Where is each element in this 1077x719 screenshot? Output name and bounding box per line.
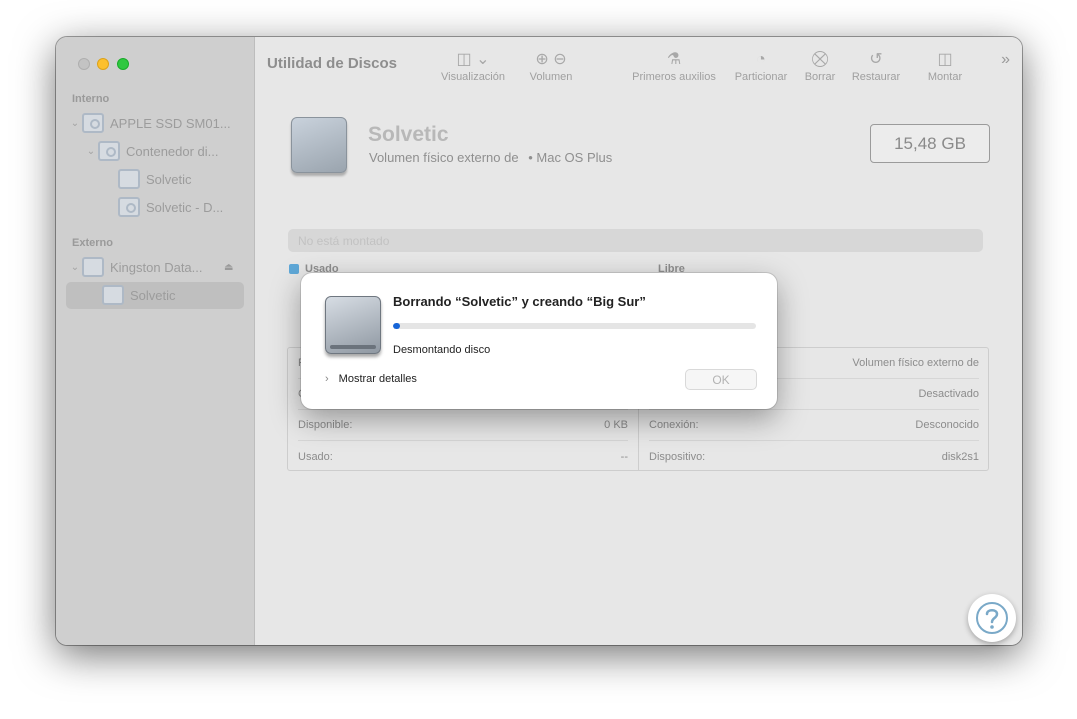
sidebar-item-solvetic-internal[interactable]: Solvetic [118,166,192,192]
sidebar-item-kingston[interactable]: ⌄ Kingston Data... [68,254,203,280]
chevron-down-icon[interactable]: ⌄ [68,118,82,129]
volume-type: Volumen físico externo de [369,150,519,165]
dialog-status: Desmontando disco [393,344,491,356]
dialog-title: Borrando “Solvetic” y creando “Big Sur” [393,294,646,309]
watermark-logo [968,594,1016,642]
chevron-right-icon[interactable]: › [325,373,329,385]
sidebar-item-label: APPLE SSD SM01... [110,115,231,131]
external-disk-icon [82,257,104,277]
restore-button[interactable]: ↺ Restaurar [848,49,904,83]
volume-subtitle: Volumen físico externo de • Mac OS Plus [369,150,612,165]
container-disk-icon [98,141,120,161]
volume-format: • Mac OS Plus [528,150,613,165]
external-drive-icon [291,117,347,173]
volume-icon [102,285,124,305]
info-label: Usado: [298,450,333,463]
usage-bar: No está montado [288,229,983,252]
sidebar-item-solvetic-data[interactable]: Solvetic - D... [118,194,223,220]
sidebar-item-label: Kingston Data... [110,259,203,275]
erase-car-icon: ⛒ [811,51,829,68]
sidebar-item-label: Solvetic [146,171,192,187]
sidebar: Interno ⌄ APPLE SSD SM01... ⌄ Contenedor… [56,37,255,645]
info-row: Usado: -- [298,441,628,472]
mount-button-label: Montar [927,71,963,83]
restore-arrow-icon: ↺ [869,51,883,68]
sidebar-section-external: Externo [72,237,113,249]
info-row: Dispositivo: disk2s1 [649,441,979,472]
pie-chart-icon: ◔ [756,51,766,68]
sidebar-item-apple-ssd[interactable]: ⌄ APPLE SSD SM01... [68,110,231,136]
restore-button-label: Restaurar [851,71,901,83]
info-value: 0 KB [604,419,628,431]
volume-button-label: Volumen [529,71,573,83]
info-row: Disponible: 0 KB [298,410,628,441]
info-value: -- [620,450,628,463]
sidebar-toggle-icon: ◫ ⌄ [456,51,490,68]
volume-icon [118,169,140,189]
show-details-toggle[interactable]: › Mostrar detalles [325,373,417,385]
first-aid-button-label: Primeros auxilios [632,71,716,83]
add-remove-volume-icon: ⊕ ⊖ [535,51,567,68]
volume-name: Solvetic [368,123,449,146]
sidebar-item-container[interactable]: ⌄ Contenedor di... [84,138,219,164]
sidebar-section-internal: Interno [72,93,110,105]
usage-bar-label: No está montado [298,234,390,248]
first-aid-button[interactable]: ⚗ Primeros auxilios [629,49,719,83]
disk-utility-window: Interno ⌄ APPLE SSD SM01... ⌄ Contenedor… [56,37,1022,645]
sidebar-item-solvetic-external[interactable]: Solvetic [102,282,176,308]
info-value: Desactivado [918,388,979,400]
view-button[interactable]: ◫ ⌄ Visualización [438,49,508,83]
progress-fill [393,323,401,329]
ok-button[interactable]: OK [685,369,757,390]
sidebar-item-label: Solvetic [130,287,176,303]
show-details-label: Mostrar detalles [338,373,417,385]
erase-progress-dialog: Borrando “Solvetic” y creando “Big Sur” … [301,273,777,409]
info-row: Conexión: Desconocido [649,410,979,441]
view-button-label: Visualización [440,71,505,83]
help-question-icon [976,602,1008,634]
mount-icon: ◫ [937,51,953,68]
minimize-window-button[interactable] [97,58,109,70]
info-label: Conexión: [649,419,699,431]
sidebar-item-label: Solvetic - D... [146,199,224,215]
info-label: Disponible: [298,419,353,431]
erase-progress-bar [393,323,756,329]
volume-button[interactable]: ⊕ ⊖ Volumen [523,49,579,83]
internal-disk-icon [82,113,104,133]
used-swatch [289,264,299,274]
chevron-down-icon[interactable]: ⌄ [68,262,82,273]
mount-button[interactable]: ◫ Montar [922,49,968,83]
close-window-button[interactable] [78,58,90,70]
eject-icon[interactable]: ⏏ [224,262,233,273]
external-drive-icon [325,296,381,354]
partition-button-label: Particionar [734,71,788,83]
window-title: Utilidad de Discos [267,55,398,72]
maximize-window-button[interactable] [117,58,129,70]
more-toolbar-chevron-icon[interactable]: » [1001,51,1010,69]
info-value: Desconocido [915,419,979,431]
volume-icon [118,197,140,217]
info-label: Dispositivo: [649,450,706,463]
volume-size-box: 15,48 GB [870,124,990,163]
info-value: Volumen físico externo de [852,357,979,369]
stethoscope-icon: ⚗ [666,51,682,68]
partition-button[interactable]: ◔ Particionar [731,49,791,83]
chevron-down-icon[interactable]: ⌄ [84,146,98,157]
info-value: disk2s1 [941,450,979,463]
erase-button-label: Borrar [804,71,836,83]
erase-button[interactable]: ⛒ Borrar [800,49,840,83]
sidebar-item-label: Contenedor di... [126,143,219,159]
